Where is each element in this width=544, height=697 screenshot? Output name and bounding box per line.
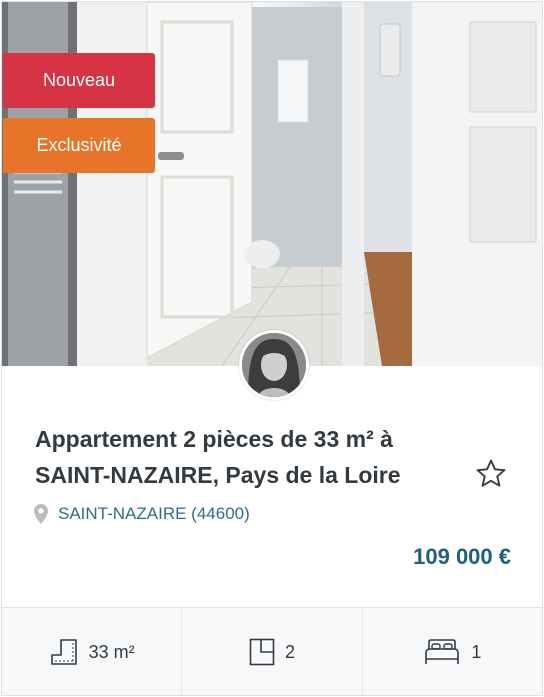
listing-location: SAINT-NAZAIRE (44600) (34, 504, 250, 524)
feature-surface-value: 33 m² (88, 641, 135, 662)
listing-price: 109 000 € (413, 544, 511, 569)
agent-avatar[interactable] (239, 330, 309, 400)
map-pin-icon (34, 504, 48, 524)
bed-icon (425, 639, 460, 664)
floorplan-icon (249, 638, 275, 666)
feature-rooms: 2 (182, 608, 363, 695)
star-outline-icon (476, 459, 506, 487)
listing-title[interactable]: Appartement 2 pièces de 33 m² à SAINT-NA… (35, 421, 455, 493)
favorite-button[interactable] (474, 457, 508, 491)
feature-bedrooms-value: 1 (471, 641, 482, 662)
new-badge: Nouveau (3, 53, 155, 108)
features-bar: 33 m² 2 1 (2, 607, 542, 695)
location-text: SAINT-NAZAIRE (44600) (58, 504, 250, 523)
agent-portrait (242, 333, 306, 397)
listing-card[interactable]: Nouveau Exclusivité Appartement 2 pièces… (1, 1, 543, 696)
feature-bedrooms: 1 (363, 608, 542, 695)
feature-surface: 33 m² (2, 608, 183, 695)
listing-photo[interactable]: Nouveau Exclusivité (2, 2, 542, 366)
exclusive-badge: Exclusivité (3, 118, 155, 173)
feature-rooms-value: 2 (284, 641, 295, 662)
surface-area-icon (50, 639, 77, 665)
